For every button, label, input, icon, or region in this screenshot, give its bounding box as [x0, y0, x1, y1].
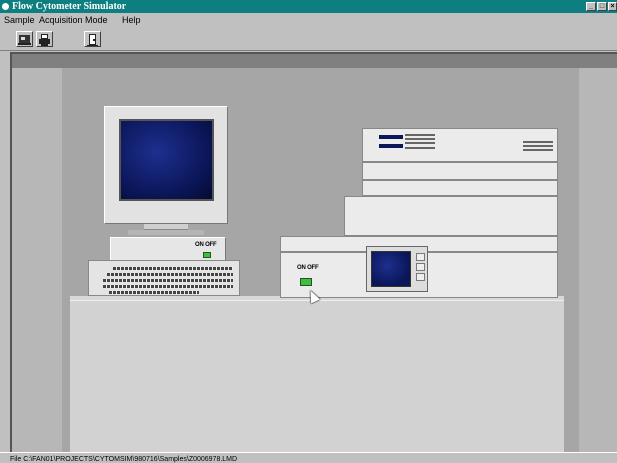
instrument-mid-module — [344, 196, 558, 236]
keyboard — [88, 260, 240, 296]
computer-unit: ON OFF — [110, 237, 226, 261]
exit-door-icon[interactable] — [84, 31, 101, 47]
instrument-step-1 — [362, 162, 558, 180]
app-icon[interactable] — [2, 3, 9, 10]
close-button[interactable]: × — [608, 2, 617, 11]
display-button-1[interactable] — [416, 253, 425, 261]
computer-power-label: ON OFF — [195, 242, 217, 248]
printer-icon[interactable] — [36, 31, 53, 47]
instrument-icon[interactable] — [16, 31, 33, 47]
instrument-top-module — [362, 128, 558, 162]
wall-left — [12, 68, 62, 452]
display-button-2[interactable] — [416, 263, 425, 271]
monitor-base — [128, 230, 204, 235]
window-title: Flow Cytometer Simulator — [12, 1, 127, 12]
lab-scene: ON OFF ON OFF — [10, 52, 617, 454]
computer-screen[interactable] — [119, 119, 214, 201]
menu-sample[interactable]: Sample — [4, 13, 35, 27]
toolbar — [0, 27, 617, 51]
computer-power-switch[interactable] — [203, 252, 211, 258]
instrument-step-2 — [362, 180, 558, 196]
status-file-path: File C:\FAN01\PROJECTS\CYTOMSIM\980716\S… — [10, 456, 238, 463]
computer-monitor[interactable] — [104, 106, 228, 224]
title-bar: Flow Cytometer Simulator _ □ × — [0, 0, 617, 13]
menu-bar: Sample Acquisition Mode Help — [0, 13, 617, 27]
display-button-3[interactable] — [416, 273, 425, 281]
menu-help[interactable]: Help — [122, 13, 141, 27]
instrument-power-switch[interactable] — [300, 278, 312, 286]
wall-right — [579, 68, 617, 452]
status-bar: File C:\FAN01\PROJECTS\CYTOMSIM\980716\S… — [0, 452, 617, 463]
instrument-power-label: ON OFF — [297, 265, 319, 271]
minimize-button[interactable]: _ — [586, 2, 596, 11]
maximize-button[interactable]: □ — [597, 2, 607, 11]
instrument-display[interactable] — [366, 246, 428, 292]
menu-acquisition-mode[interactable]: Acquisition Mode — [39, 13, 108, 27]
instrument-screen — [371, 251, 411, 287]
desk — [70, 300, 564, 454]
